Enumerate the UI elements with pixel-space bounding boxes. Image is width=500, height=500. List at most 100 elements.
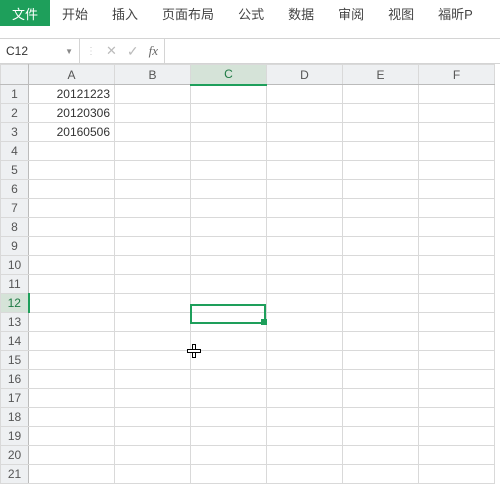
cell-B4[interactable] [115,142,191,161]
cell-B14[interactable] [115,332,191,351]
cell-E7[interactable] [343,199,419,218]
cell-A16[interactable] [29,370,115,389]
cell-E1[interactable] [343,85,419,104]
cell-D11[interactable] [267,275,343,294]
column-header-F[interactable]: F [419,65,495,85]
cell-A9[interactable] [29,237,115,256]
cell-C6[interactable] [191,180,267,199]
cell-D13[interactable] [267,313,343,332]
cell-F16[interactable] [419,370,495,389]
select-all-corner[interactable] [1,65,29,85]
cell-C3[interactable] [191,123,267,142]
cell-B21[interactable] [115,465,191,484]
cell-C4[interactable] [191,142,267,161]
cell-B20[interactable] [115,446,191,465]
cell-D3[interactable] [267,123,343,142]
cell-F1[interactable] [419,85,495,104]
cell-C17[interactable] [191,389,267,408]
ribbon-tab-6[interactable]: 审阅 [326,0,376,26]
row-header-11[interactable]: 11 [1,275,29,294]
cell-E5[interactable] [343,161,419,180]
cell-A6[interactable] [29,180,115,199]
cell-D15[interactable] [267,351,343,370]
cell-F18[interactable] [419,408,495,427]
cell-A17[interactable] [29,389,115,408]
cell-A4[interactable] [29,142,115,161]
cell-A7[interactable] [29,199,115,218]
column-header-A[interactable]: A [29,65,115,85]
cell-C19[interactable] [191,427,267,446]
cell-A1[interactable]: 20121223 [29,85,115,104]
cell-B3[interactable] [115,123,191,142]
cell-E14[interactable] [343,332,419,351]
cell-C2[interactable] [191,104,267,123]
cell-A14[interactable] [29,332,115,351]
cell-B16[interactable] [115,370,191,389]
row-header-17[interactable]: 17 [1,389,29,408]
cell-D21[interactable] [267,465,343,484]
cell-B19[interactable] [115,427,191,446]
cell-E4[interactable] [343,142,419,161]
cell-C9[interactable] [191,237,267,256]
cell-D8[interactable] [267,218,343,237]
column-header-C[interactable]: C [191,65,267,85]
column-header-E[interactable]: E [343,65,419,85]
cell-F15[interactable] [419,351,495,370]
spreadsheet-grid[interactable]: ABCDEF1201212232201203063201605064567891… [0,64,500,484]
row-header-20[interactable]: 20 [1,446,29,465]
cell-D6[interactable] [267,180,343,199]
cell-C10[interactable] [191,256,267,275]
cell-E2[interactable] [343,104,419,123]
cell-E19[interactable] [343,427,419,446]
row-header-18[interactable]: 18 [1,408,29,427]
cell-C13[interactable] [191,313,267,332]
row-header-12[interactable]: 12 [1,294,29,313]
column-header-B[interactable]: B [115,65,191,85]
cell-C15[interactable] [191,351,267,370]
column-header-D[interactable]: D [267,65,343,85]
cell-F4[interactable] [419,142,495,161]
cell-F5[interactable] [419,161,495,180]
cell-A8[interactable] [29,218,115,237]
cell-F6[interactable] [419,180,495,199]
cell-A13[interactable] [29,313,115,332]
cell-C21[interactable] [191,465,267,484]
cell-E11[interactable] [343,275,419,294]
row-header-5[interactable]: 5 [1,161,29,180]
cell-D2[interactable] [267,104,343,123]
cell-E10[interactable] [343,256,419,275]
cell-E16[interactable] [343,370,419,389]
row-header-14[interactable]: 14 [1,332,29,351]
cell-E18[interactable] [343,408,419,427]
name-box-input[interactable] [6,44,56,58]
cell-A21[interactable] [29,465,115,484]
ribbon-tab-3[interactable]: 页面布局 [150,0,226,26]
cell-F13[interactable] [419,313,495,332]
cell-C16[interactable] [191,370,267,389]
cell-A15[interactable] [29,351,115,370]
ribbon-tab-2[interactable]: 插入 [100,0,150,26]
cell-B13[interactable] [115,313,191,332]
row-header-7[interactable]: 7 [1,199,29,218]
cell-A2[interactable]: 20120306 [29,104,115,123]
cell-C12[interactable] [191,294,267,313]
cell-B5[interactable] [115,161,191,180]
name-box[interactable]: ▼ [0,39,80,63]
cell-B12[interactable] [115,294,191,313]
ribbon-tab-7[interactable]: 视图 [376,0,426,26]
cell-D4[interactable] [267,142,343,161]
fx-icon[interactable]: fx [149,43,158,59]
cell-A12[interactable] [29,294,115,313]
cell-F19[interactable] [419,427,495,446]
cell-A5[interactable] [29,161,115,180]
cell-E8[interactable] [343,218,419,237]
cell-B8[interactable] [115,218,191,237]
cell-B6[interactable] [115,180,191,199]
row-header-10[interactable]: 10 [1,256,29,275]
cell-D12[interactable] [267,294,343,313]
cell-F11[interactable] [419,275,495,294]
row-header-19[interactable]: 19 [1,427,29,446]
cell-C20[interactable] [191,446,267,465]
ribbon-tab-4[interactable]: 公式 [226,0,276,26]
cell-F10[interactable] [419,256,495,275]
